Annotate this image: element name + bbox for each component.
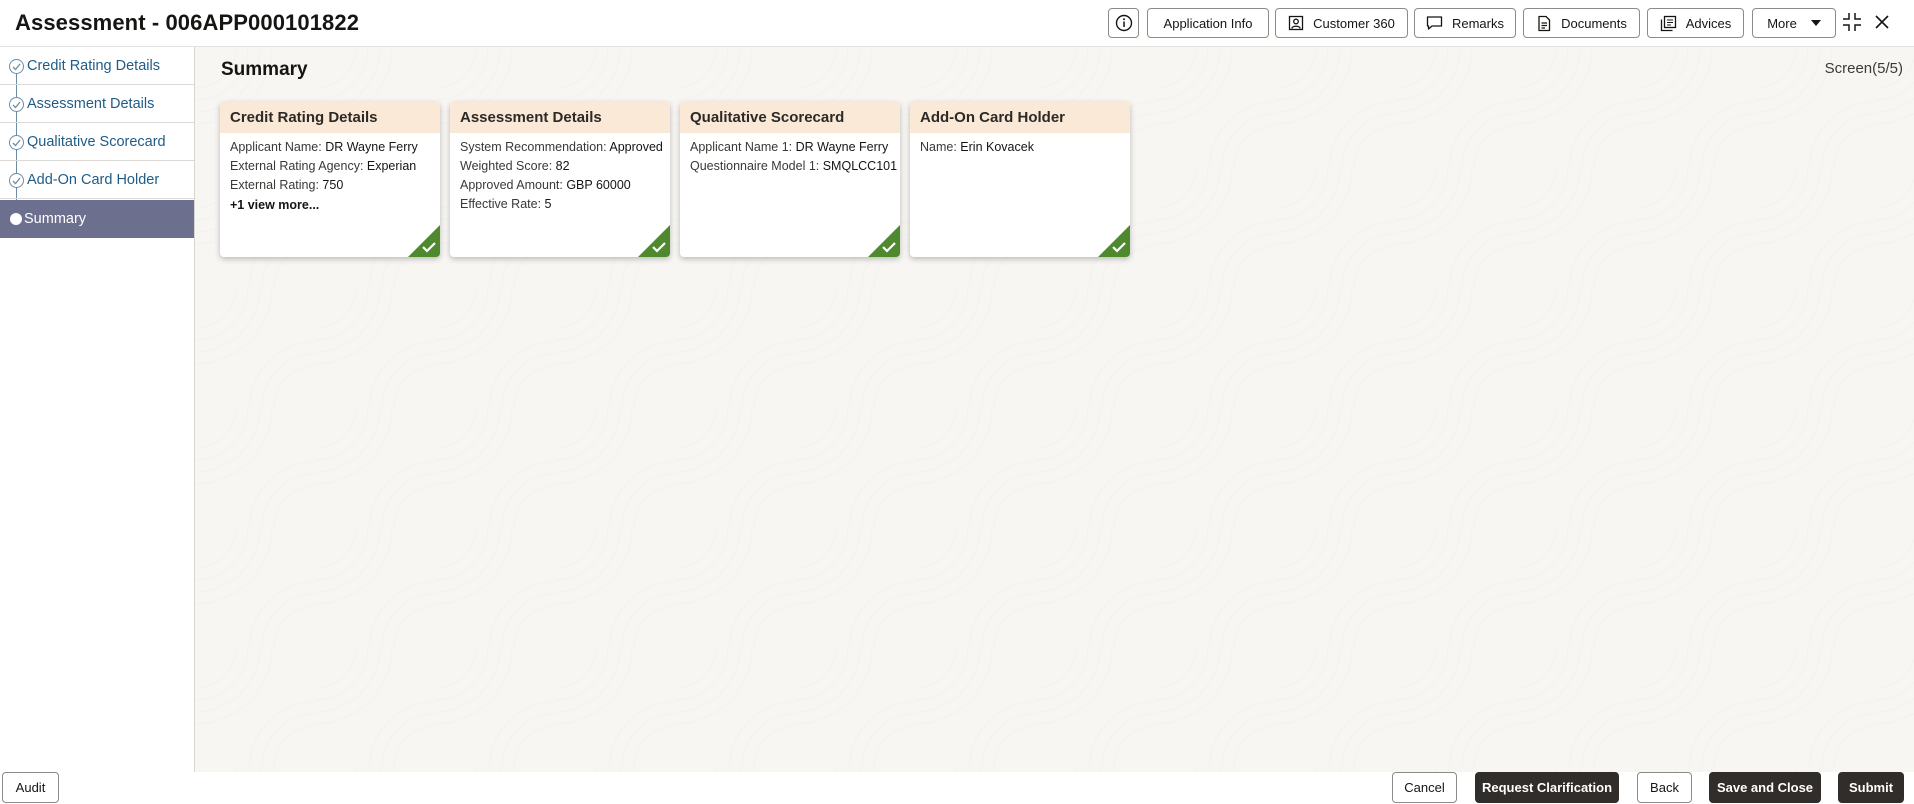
- step-navigator: Credit Rating Details Assessment Details…: [0, 47, 195, 772]
- card-title: Add-On Card Holder: [910, 102, 1130, 133]
- row-key: External Rating Agency:: [230, 159, 367, 173]
- card-title: Credit Rating Details: [220, 102, 440, 133]
- application-info-label: Application Info: [1163, 15, 1253, 31]
- card-row: Applicant Name: DR Wayne Ferry: [230, 138, 430, 157]
- row-key: Name:: [920, 140, 961, 154]
- step-label: Summary: [24, 211, 87, 227]
- row-value: DR Wayne Ferry: [795, 140, 889, 154]
- row-key: Applicant Name:: [230, 140, 326, 154]
- step-label: Qualitative Scorecard: [27, 133, 166, 150]
- step-label: Add-On Card Holder: [27, 171, 160, 188]
- step-qualitative-scorecard[interactable]: Qualitative Scorecard: [0, 123, 194, 161]
- completed-check-icon: [1098, 225, 1130, 257]
- page-title: Assessment - 006APP000101822: [15, 10, 360, 35]
- view-more-link[interactable]: +1 view more...: [230, 195, 430, 215]
- check-icon: [9, 135, 24, 150]
- card-row: Applicant Name 1: DR Wayne Ferry: [690, 138, 890, 157]
- step-assessment-details[interactable]: Assessment Details: [0, 85, 194, 123]
- comment-icon: [1426, 16, 1443, 30]
- application-info-button[interactable]: Application Info: [1147, 8, 1269, 38]
- screen-counter: Screen(5/5): [1824, 60, 1903, 77]
- info-icon: [1115, 14, 1132, 32]
- collapse-icon[interactable]: [1842, 12, 1862, 32]
- cancel-button[interactable]: Cancel: [1392, 772, 1457, 803]
- check-icon: [9, 173, 24, 188]
- card-row: External Rating Agency: Experian: [230, 157, 430, 176]
- step-label: Credit Rating Details: [27, 57, 160, 74]
- submit-button[interactable]: Submit: [1838, 772, 1904, 803]
- documents-button[interactable]: Documents: [1523, 8, 1640, 38]
- document-icon: [1538, 15, 1551, 31]
- advices-button[interactable]: Advices: [1647, 8, 1744, 38]
- row-value: Approved: [609, 140, 663, 154]
- row-key: Approved Amount:: [460, 178, 567, 192]
- row-value: 750: [322, 178, 344, 192]
- main-content: Summary Screen(5/5) Credit Rating Detail…: [195, 47, 1914, 772]
- card-row: Questionnaire Model 1: SMQLCC101: [690, 157, 897, 176]
- more-dropdown[interactable]: More: [1752, 8, 1836, 38]
- close-icon[interactable]: [1874, 14, 1890, 30]
- step-credit-rating-details[interactable]: Credit Rating Details: [0, 47, 194, 85]
- audit-button[interactable]: Audit: [2, 772, 59, 803]
- row-value: Experian: [366, 159, 417, 173]
- summary-card-credit-rating[interactable]: Credit Rating Details Applicant Name: DR…: [220, 102, 440, 257]
- row-value: GBP 60000: [566, 178, 631, 192]
- card-row: Weighted Score: 82: [460, 157, 660, 176]
- card-title: Assessment Details: [450, 102, 670, 133]
- advices-label: Advices: [1685, 15, 1732, 31]
- summary-card-qualitative-scorecard[interactable]: Qualitative Scorecard Applicant Name 1: …: [680, 102, 900, 257]
- caret-down-icon: [1810, 20, 1821, 26]
- customer-icon: [1289, 15, 1304, 31]
- card-row: System Recommendation: Approved: [460, 138, 663, 157]
- row-key: Weighted Score:: [460, 159, 556, 173]
- completed-check-icon: [638, 225, 670, 257]
- documents-label: Documents: [1561, 15, 1627, 31]
- card-row: Approved Amount: GBP 60000: [460, 176, 660, 195]
- section-title: Summary: [221, 59, 308, 80]
- row-key: Applicant Name 1:: [690, 140, 796, 154]
- card-row: Name: Erin Kovacek: [920, 138, 1120, 157]
- more-label: More: [1767, 15, 1797, 31]
- row-key: System Recommendation:: [460, 140, 610, 154]
- completed-check-icon: [408, 225, 440, 257]
- footer-bar: Audit Cancel Request Clarification Back …: [0, 772, 1914, 804]
- customer-360-label: Customer 360: [1313, 15, 1395, 31]
- step-add-on-card-holder[interactable]: Add-On Card Holder: [0, 161, 194, 199]
- save-and-close-button[interactable]: Save and Close: [1709, 772, 1821, 803]
- remarks-label: Remarks: [1451, 15, 1504, 31]
- check-icon: [9, 59, 24, 74]
- row-value: 82: [555, 159, 570, 173]
- summary-card-assessment[interactable]: Assessment Details System Recommendation…: [450, 102, 670, 257]
- step-label: Assessment Details: [27, 95, 155, 112]
- row-value: DR Wayne Ferry: [325, 140, 418, 154]
- row-value: 5: [544, 197, 552, 211]
- card-title: Qualitative Scorecard: [680, 102, 900, 133]
- card-row: Effective Rate: 5: [460, 195, 660, 214]
- advices-icon: [1660, 15, 1676, 31]
- card-row: External Rating: 750: [230, 176, 430, 195]
- customer-360-button[interactable]: Customer 360: [1275, 8, 1408, 38]
- summary-card-add-on-card-holder[interactable]: Add-On Card Holder Name: Erin Kovacek: [910, 102, 1130, 257]
- step-summary[interactable]: Summary: [0, 200, 194, 238]
- current-step-dot-icon: [10, 213, 22, 225]
- row-value: Erin Kovacek: [960, 140, 1034, 154]
- header-bar: Assessment - 006APP000101822 Application…: [0, 0, 1914, 47]
- check-icon: [9, 97, 24, 112]
- info-button[interactable]: [1108, 8, 1139, 38]
- row-value: SMQLCC101: [822, 159, 898, 173]
- completed-check-icon: [868, 225, 900, 257]
- remarks-button[interactable]: Remarks: [1414, 8, 1516, 38]
- back-button[interactable]: Back: [1637, 772, 1692, 803]
- row-key: Effective Rate:: [460, 197, 545, 211]
- request-clarification-button[interactable]: Request Clarification: [1475, 772, 1619, 803]
- row-key: External Rating:: [230, 178, 323, 192]
- row-key: Questionnaire Model 1:: [690, 159, 823, 173]
